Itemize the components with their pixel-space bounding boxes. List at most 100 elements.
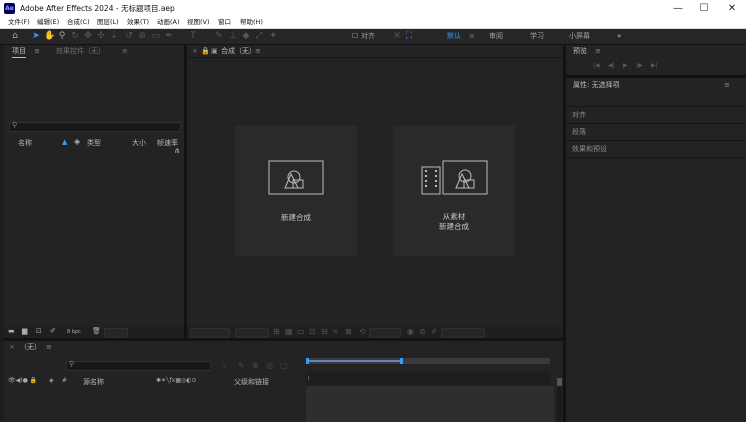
column-parent-link[interactable]: 父级和链接 [234, 377, 269, 387]
timeline-search-input[interactable] [66, 361, 211, 371]
new-composition-icon[interactable]: ⊡ [36, 327, 42, 335]
show-snapshot-icon[interactable]: ⊘ [419, 327, 426, 336]
safe-zones-icon[interactable]: ⌗ [333, 327, 338, 336]
project-menu-icon[interactable]: ≡ [34, 45, 40, 57]
pan-tool-icon[interactable]: ✣ [96, 31, 106, 42]
menu-window[interactable]: 窗口 [218, 18, 231, 27]
eraser-tool-icon[interactable]: ◆ [241, 31, 251, 42]
shy-layers-icon[interactable]: ✎ [238, 361, 245, 370]
effects-menu-icon[interactable]: ≡ [122, 45, 128, 57]
trash-icon[interactable]: 🗑 [92, 327, 101, 335]
timeline-track-area[interactable] [306, 386, 554, 422]
av-features-icons[interactable]: 👁◀)● 🔒 [8, 377, 37, 384]
project-extra-control[interactable] [104, 328, 128, 338]
comp-flow-icon[interactable]: ⤷ [222, 361, 226, 370]
minimize-icon[interactable]: — [664, 0, 692, 17]
rectangle-tool-icon[interactable]: ▭ [151, 31, 161, 42]
label-tag-icon[interactable]: ◈ [74, 137, 80, 146]
zoom-tool-icon[interactable]: ⚲ [57, 31, 67, 42]
tab-properties[interactable]: 属性: 无选择项 [573, 79, 620, 91]
timeline-scroll-thumb[interactable] [557, 378, 562, 386]
sort-ascending-icon[interactable]: ▲ [62, 138, 67, 146]
frame-blending-icon[interactable]: ⊕ [252, 361, 259, 370]
column-type[interactable]: 类型 [87, 138, 101, 148]
resolution-dropdown[interactable] [235, 328, 269, 338]
column-source-name[interactable]: 源名称 [83, 377, 104, 387]
preview-menu-icon[interactable]: ≡ [595, 45, 601, 57]
lock-icon[interactable]: 🔒 [201, 45, 210, 57]
properties-menu-icon[interactable]: ≡ [724, 79, 730, 91]
adjust-project-icon[interactable]: ✐ [50, 327, 56, 335]
tab-effect-controls[interactable]: 效果控件（无） [56, 45, 105, 57]
brush-tool-icon[interactable]: ✎ [214, 31, 224, 42]
column-name[interactable]: 名称 [18, 138, 32, 148]
work-area-start-handle[interactable] [306, 358, 309, 364]
last-frame-icon[interactable]: ▶| [651, 61, 658, 70]
previous-frame-icon[interactable]: ◀| [608, 61, 615, 70]
section-effects-presets[interactable]: 效果和预设 [566, 140, 746, 158]
channel-icon[interactable]: ⊠ [345, 327, 352, 336]
rotate-tool-icon[interactable]: ↻ [70, 31, 80, 42]
type-tool-icon[interactable]: T [188, 31, 198, 42]
new-folder-icon[interactable]: ▆ [22, 327, 27, 335]
work-area-end-handle[interactable] [400, 358, 403, 364]
magnification-dropdown[interactable] [190, 328, 230, 338]
section-align[interactable]: 对齐 [566, 106, 746, 123]
universal-axis-icon[interactable]: ⛶ [404, 31, 414, 42]
roto-brush-tool-icon[interactable]: ⤢ [254, 31, 264, 42]
project-search-input[interactable] [9, 122, 181, 132]
timeline-menu-icon[interactable]: ≡ [46, 341, 52, 353]
more-workspaces-icon[interactable]: » [617, 31, 621, 42]
comp-menu-icon[interactable]: ≡ [255, 45, 261, 57]
graph-editor-icon[interactable]: ▢ [280, 361, 288, 370]
workspace-learn[interactable]: 学习 [530, 31, 544, 42]
guides-icon[interactable]: ⊟ [321, 327, 328, 336]
workspace-small-screen[interactable]: 小屏幕 [569, 31, 590, 42]
snap-label[interactable]: 对齐 [361, 31, 375, 42]
tab-timeline[interactable]: （无） [20, 341, 41, 353]
new-composition-card[interactable]: 新建合成 [235, 126, 357, 256]
close-icon[interactable]: ✕ [718, 0, 746, 17]
tab-preview[interactable]: 预览 [573, 45, 587, 57]
reset-exposure-icon[interactable]: ⟲ [359, 327, 366, 336]
pen-tool-icon[interactable]: ✒ [164, 31, 174, 42]
first-frame-icon[interactable]: |◀ [593, 61, 600, 70]
close-comp-tab-icon[interactable]: × [192, 45, 198, 57]
menu-help[interactable]: 帮助(H) [240, 18, 263, 27]
workspace-menu-icon[interactable]: ≡ [469, 31, 475, 42]
tab-project[interactable]: 项目 [12, 45, 26, 58]
selection-tool-icon[interactable]: ➤ [31, 31, 41, 42]
view-layout-dropdown[interactable] [441, 328, 485, 338]
exposure-field[interactable] [369, 328, 401, 338]
bpc-label[interactable]: 8 bpc [67, 329, 81, 335]
axis-tool-icon[interactable]: ✕ [392, 31, 402, 42]
menu-animation[interactable]: 动画(A) [157, 18, 180, 27]
work-area-range[interactable] [308, 360, 402, 362]
play-icon[interactable]: ▶ [623, 61, 628, 70]
home-icon[interactable]: ⌂ [10, 31, 20, 42]
tab-composition[interactable]: 合成（无） [221, 45, 256, 57]
puppet-tool-icon[interactable]: ✦ [268, 31, 278, 42]
maximize-icon[interactable]: ☐ [690, 0, 718, 17]
label-column-icon[interactable]: ◈ [49, 377, 54, 384]
menu-view[interactable]: 视图(V) [187, 18, 210, 27]
new-comp-from-footage-card[interactable]: 从素材 新建合成 [393, 126, 515, 256]
menu-composition[interactable]: 合成(C) [67, 18, 90, 27]
grid-guides-icon[interactable]: ⊡ [309, 327, 316, 336]
section-paragraph[interactable]: 段落 [566, 123, 746, 140]
layer-switches-icons[interactable]: ✱✶╲fx▦◎◐⊙ [156, 377, 197, 384]
close-timeline-tab-icon[interactable]: × [9, 341, 15, 353]
hand-tool-icon[interactable]: ✋ [44, 31, 55, 42]
dolly-tool-icon[interactable]: ⇣ [109, 31, 119, 42]
workspace-default[interactable]: 默认 [447, 31, 461, 42]
region-of-interest-icon[interactable]: ⊞ [273, 327, 280, 336]
orbit-tool-icon[interactable]: ✥ [83, 31, 93, 42]
menu-effect[interactable]: 效果(T) [127, 18, 149, 27]
color-picker-icon[interactable]: ✐ [431, 327, 438, 336]
time-ruler[interactable] [306, 372, 550, 386]
transparency-grid-icon[interactable]: ▦ [285, 327, 293, 336]
clone-stamp-tool-icon[interactable]: ⊥ [228, 31, 238, 42]
motion-blur-icon[interactable]: ◎ [266, 361, 273, 370]
menu-edit[interactable]: 编辑(E) [37, 18, 59, 27]
snapshot-icon[interactable]: ◉ [407, 327, 414, 336]
